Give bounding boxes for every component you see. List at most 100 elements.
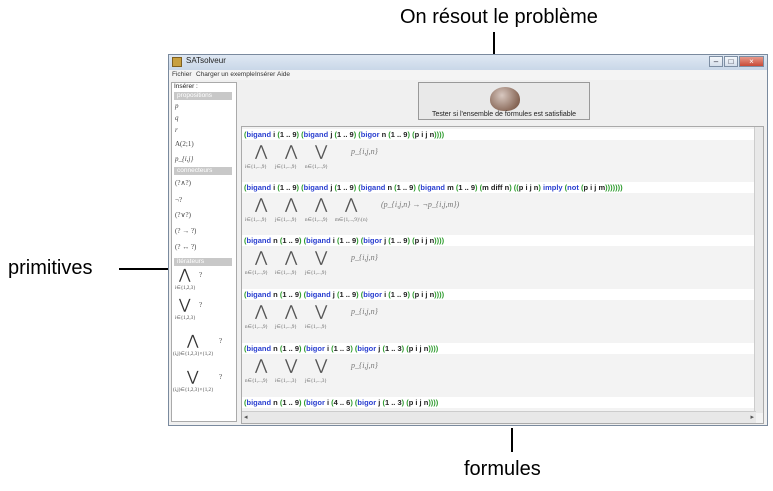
prim-equiv[interactable]: (? ↔ ?) (175, 243, 196, 251)
formula-token: bigor (306, 398, 325, 407)
bigor-icon: ⋁ (187, 370, 199, 385)
iter-body: ? (199, 271, 203, 279)
section-iterateurs: itérateurs (174, 258, 232, 266)
formula-code[interactable]: (bigand i (1 .. 9) (bigand j (1 .. 9) (b… (242, 182, 756, 193)
formula-token: 1 .. 9 (282, 398, 300, 407)
formula-item[interactable]: (bigand n (1 .. 9) (bigor i (1 .. 3) (bi… (242, 343, 756, 393)
scroll-right-icon[interactable]: ▸ (750, 413, 754, 421)
formula-subscript: i∈{1,...,9} (245, 218, 267, 223)
menu-fichier[interactable]: Fichier (172, 71, 192, 78)
formula-token: 1 .. 9 (282, 236, 300, 245)
annotation-formulas: formules (464, 458, 541, 480)
formula-body: (p_{i,j,n} → ¬p_{i,j,m}) (381, 200, 460, 209)
maximize-button[interactable]: □ (724, 56, 738, 67)
formula-token: n (271, 290, 280, 299)
formula-token: 1 .. 9 (390, 236, 408, 245)
solve-button-label: Tester si l'ensemble de formules est sat… (431, 111, 577, 118)
formula-code[interactable]: (bigand i (1 .. 9) (bigand j (1 .. 9) (b… (242, 129, 756, 140)
formula-item[interactable]: (bigand n (1 .. 9) (bigand j (1 .. 9) (b… (242, 289, 756, 339)
formula-rendered: ⋀ n∈{1,...,9} ⋀ i∈{1,...,9} ⋁ j∈{1,...,9} p_{i… (245, 248, 545, 282)
vertical-scrollbar[interactable] (754, 127, 763, 413)
formula-token: p i j n (414, 130, 435, 139)
prim-bigand-i[interactable]: ⋀ ? i∈{1,2,3} (175, 269, 235, 295)
formula-token: bigor (357, 398, 377, 407)
prim-bigor-ij[interactable]: ⋁ ? (i,j)∈{1,2,3}×{1,2} (173, 371, 235, 397)
formula-code[interactable]: (bigand n (1 .. 9) (bigand i (1 .. 9) (b… (242, 235, 756, 246)
formula-token: bigand (306, 236, 331, 245)
formula-item[interactable]: (bigand n (1 .. 9) (bigand i (1 .. 9) (b… (242, 235, 756, 285)
formula-token: p i j n (414, 236, 435, 245)
formula-body: p_{i,j,n} (351, 253, 378, 262)
title-bar[interactable]: SATsolveur – □ × (169, 55, 767, 71)
bigor-icon: ⋁ (285, 358, 298, 374)
formula-subscript: j∈{1,...,9} (275, 218, 297, 223)
bigor-icon: ⋁ (315, 304, 328, 320)
prim-or[interactable]: (?∨?) (175, 211, 191, 219)
formula-subscript: n∈{1,...,9} (305, 165, 328, 170)
formula-subscript: i∈{1,...,3} (275, 379, 297, 384)
primitives-panel: Insérer : propositions p q r A(2;1) p_{i… (171, 82, 237, 422)
formula-subscript: n∈{1,...,9} (245, 325, 268, 330)
prim-prop-q[interactable]: q (175, 114, 179, 122)
formula-token: bigor (363, 236, 383, 245)
formula-subscript: j∈{1,...,9} (275, 325, 297, 330)
formula-token: n (271, 344, 280, 353)
formula-subscript: j∈{1,...,3} (305, 379, 327, 384)
annotation-formulas-line (511, 428, 513, 452)
formula-token: 1 .. 9 (396, 183, 414, 192)
formula-token: )))) (434, 236, 445, 245)
app-window: SATsolveur – □ × Fichier Charger un exem… (168, 54, 768, 426)
formula-token: bigand (246, 130, 272, 139)
formula-subscript: i∈{1,...,9} (305, 325, 327, 330)
formula-token: bigand (246, 344, 272, 353)
menu-inserer[interactable]: Insérer (255, 71, 275, 78)
prim-prop-p[interactable]: p (175, 102, 179, 110)
formulas-area: (bigand i (1 .. 9) (bigand j (1 .. 9) (b… (241, 126, 764, 424)
formula-subscript: i∈{1,...,9} (245, 165, 267, 170)
prim-imply[interactable]: (? → ?) (175, 227, 196, 235)
prim-not[interactable]: ¬? (175, 196, 182, 204)
menu-aide[interactable]: Aide (277, 71, 290, 78)
formula-item[interactable]: (bigand i (1 .. 9) (bigand j (1 .. 9) (b… (242, 129, 756, 179)
formula-token: bigor (363, 290, 383, 299)
minimize-button[interactable]: – (709, 56, 723, 67)
bigand-icon: ⋀ (187, 334, 199, 349)
formula-rendered: ⋀ i∈{1,...,9} ⋀ j∈{1,...,9} ⋀ n∈{1,...,9} ⋀ m∈{… (245, 195, 545, 229)
formula-body: p_{i,j,n} (351, 361, 378, 370)
bigor-icon: ⋁ (315, 144, 328, 160)
close-button[interactable]: × (739, 56, 764, 67)
prim-prop-r[interactable]: r (175, 126, 178, 134)
formula-token: 1 .. 9 (339, 290, 357, 299)
prim-and[interactable]: (?∧?) (175, 179, 191, 187)
prim-prop-pij[interactable]: p_{i,j} (175, 155, 193, 163)
formula-token: bigand (246, 290, 272, 299)
formula-code[interactable]: (bigand n (1 .. 9) (bigor i (4 .. 6) (bi… (242, 397, 756, 408)
formula-item[interactable]: (bigand i (1 .. 9) (bigand j (1 .. 9) (b… (242, 182, 756, 232)
menu-charger-exemple[interactable]: Charger un exemple (196, 71, 255, 78)
prim-prop-a21[interactable]: A(2;1) (175, 140, 194, 148)
formula-token: bigand (306, 290, 331, 299)
bigor-icon: ⋁ (179, 298, 191, 313)
horizontal-scrollbar[interactable]: ◂ ▸ (242, 411, 756, 423)
formula-subscript: j∈{1,...,9} (275, 165, 297, 170)
formula-token: bigand (246, 236, 272, 245)
bigand-icon: ⋀ (285, 250, 298, 266)
formula-token: 1 .. 3 (333, 344, 351, 353)
prim-bigor-i[interactable]: ⋁ ? i∈{1,2,3} (175, 299, 235, 325)
formula-token: bigand (246, 183, 272, 192)
scroll-left-icon[interactable]: ◂ (244, 413, 248, 421)
formula-token: )))) (434, 290, 445, 299)
bigand-icon: ⋀ (285, 144, 298, 160)
formula-code[interactable]: (bigand n (1 .. 9) (bigand j (1 .. 9) (b… (242, 289, 756, 300)
formula-code[interactable]: (bigand n (1 .. 9) (bigor i (1 .. 3) (bi… (242, 343, 756, 354)
bigand-icon: ⋀ (179, 268, 191, 283)
prim-bigand-ij[interactable]: ⋀ ? (i,j)∈{1,2,3}×{1,2} (173, 335, 235, 361)
formula-token: 1 .. 3 (384, 344, 402, 353)
solve-button[interactable]: Tester si l'ensemble de formules est sat… (418, 82, 590, 120)
formula-token: 1 .. 9 (337, 183, 354, 192)
formula-subscript: n∈{1,...,9} (245, 379, 268, 384)
formula-token: 1 .. 9 (282, 344, 300, 353)
formula-token: 1 .. 9 (279, 183, 297, 192)
formula-token: )))) (428, 344, 439, 353)
formula-token: n (385, 183, 395, 192)
